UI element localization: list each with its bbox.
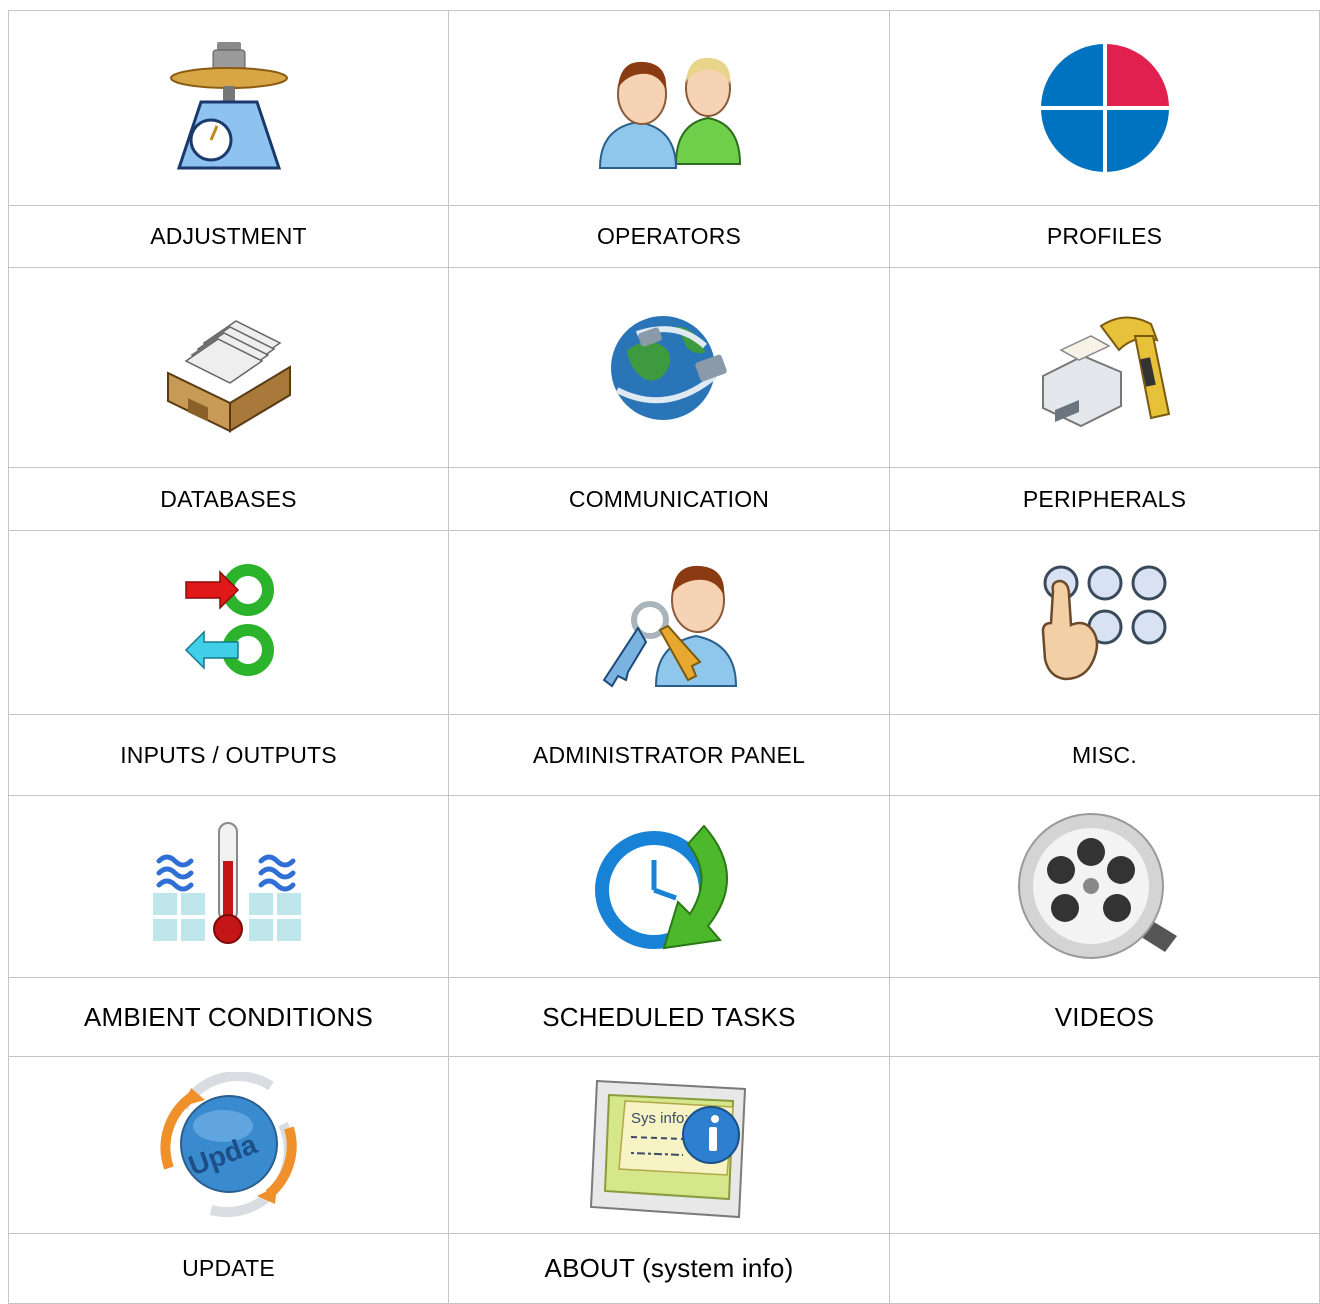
operators-tile[interactable]: [449, 10, 890, 206]
misc-label-cell[interactable]: MISC.: [890, 715, 1320, 796]
profiles-quadrant: [1104, 44, 1169, 108]
ambient-conditions-label-cell[interactable]: AMBIENT CONDITIONS: [8, 978, 449, 1057]
admin-keys-icon: [602, 565, 738, 687]
globe-network-icon: [611, 315, 727, 420]
empty-label-cell: [890, 1234, 1320, 1304]
io-arrows-icon: [184, 563, 274, 676]
thermometer-icon: [152, 821, 301, 944]
update-label: UPDATE: [182, 1255, 275, 1281]
inputs-outputs-label: INPUTS / OUTPUTS: [120, 741, 337, 768]
profiles-label: PROFILES: [1046, 223, 1163, 249]
settings-menu-grid: ADJUSTMENT OPERATORS PROFILES DATABASES …: [8, 10, 1320, 1304]
label-row-3: INPUTS / OUTPUTS ADMINISTRATOR PANEL MIS…: [8, 715, 1320, 796]
videos-tile[interactable]: [890, 796, 1320, 978]
communication-tile[interactable]: [449, 268, 890, 468]
adjustment-label-cell[interactable]: ADJUSTMENT: [8, 206, 449, 268]
icon-row-5: Upda Sys info:: [8, 1057, 1320, 1234]
update-tile[interactable]: Upda: [8, 1057, 449, 1234]
about-label-cell[interactable]: ABOUT (system info): [449, 1234, 890, 1304]
adjustment-tile[interactable]: [8, 10, 449, 206]
misc-label: MISC.: [1072, 741, 1137, 768]
profiles-label-cell[interactable]: PROFILES: [890, 206, 1320, 268]
misc-tile[interactable]: [890, 531, 1320, 715]
about-tile[interactable]: Sys info:: [449, 1057, 890, 1234]
icon-row-1: [8, 10, 1320, 206]
touch-buttons-icon: [1041, 565, 1166, 680]
label-row-2: DATABASES COMMUNICATION PERIPHERALS: [8, 468, 1320, 531]
film-reel-icon: [1017, 812, 1177, 959]
icon-row-4: [8, 796, 1320, 978]
scheduled-tasks-label: SCHEDULED TASKS: [542, 1001, 796, 1032]
operators-label-cell[interactable]: OPERATORS: [449, 206, 890, 268]
label-row-4: AMBIENT CONDITIONS SCHEDULED TASKS VIDEO…: [8, 978, 1320, 1057]
adjustment-label: ADJUSTMENT: [150, 223, 307, 249]
update-label-cell[interactable]: UPDATE: [8, 1234, 449, 1304]
sys-info-icon-text: Sys info:: [631, 1110, 689, 1127]
communication-label-cell[interactable]: COMMUNICATION: [449, 468, 890, 531]
profiles-quadrant: [1040, 44, 1105, 108]
about-label: ABOUT (system info): [544, 1253, 794, 1283]
databases-label: DATABASES: [160, 485, 297, 512]
inputs-outputs-label-cell[interactable]: INPUTS / OUTPUTS: [8, 715, 449, 796]
operators-icon: [598, 57, 742, 169]
profiles-quadrant: [1040, 108, 1105, 172]
peripherals-label: PERIPHERALS: [1022, 485, 1187, 512]
empty-tile: [890, 1057, 1320, 1234]
scheduled-tasks-tile[interactable]: [449, 796, 890, 978]
icon-row-2: [8, 268, 1320, 468]
profiles-icon: [1038, 42, 1171, 174]
administrator-panel-label-cell[interactable]: ADMINISTRATOR PANEL: [449, 715, 890, 796]
databases-tile[interactable]: [8, 268, 449, 468]
inputs-outputs-tile[interactable]: [8, 531, 449, 715]
videos-label: VIDEOS: [1054, 1001, 1155, 1032]
videos-label-cell[interactable]: VIDEOS: [890, 978, 1320, 1057]
communication-label: COMMUNICATION: [568, 485, 770, 512]
printer-scanner-icon: [1041, 316, 1170, 427]
scale-icon: [169, 42, 288, 170]
peripherals-tile[interactable]: [890, 268, 1320, 468]
scheduled-tasks-label-cell[interactable]: SCHEDULED TASKS: [449, 978, 890, 1057]
clock-arrow-icon: [595, 823, 729, 949]
icon-row-3: [8, 531, 1320, 715]
peripherals-label-cell[interactable]: PERIPHERALS: [890, 468, 1320, 531]
administrator-panel-label: ADMINISTRATOR PANEL: [532, 741, 806, 768]
databases-label-cell[interactable]: DATABASES: [8, 468, 449, 531]
ambient-conditions-tile[interactable]: [8, 796, 449, 978]
file-drawer-icon: [166, 319, 291, 433]
sys-info-card-icon: Sys info:: [589, 1079, 747, 1219]
profiles-quadrant: [1104, 108, 1169, 172]
label-row-5: UPDATE ABOUT (system info): [8, 1234, 1320, 1304]
operators-label: OPERATORS: [596, 223, 742, 249]
profiles-tile[interactable]: [890, 10, 1320, 206]
update-globe-icon: Upda: [160, 1072, 297, 1217]
ambient-conditions-label: AMBIENT CONDITIONS: [83, 1001, 374, 1032]
label-row-1: ADJUSTMENT OPERATORS PROFILES: [8, 206, 1320, 268]
administrator-panel-tile[interactable]: [449, 531, 890, 715]
